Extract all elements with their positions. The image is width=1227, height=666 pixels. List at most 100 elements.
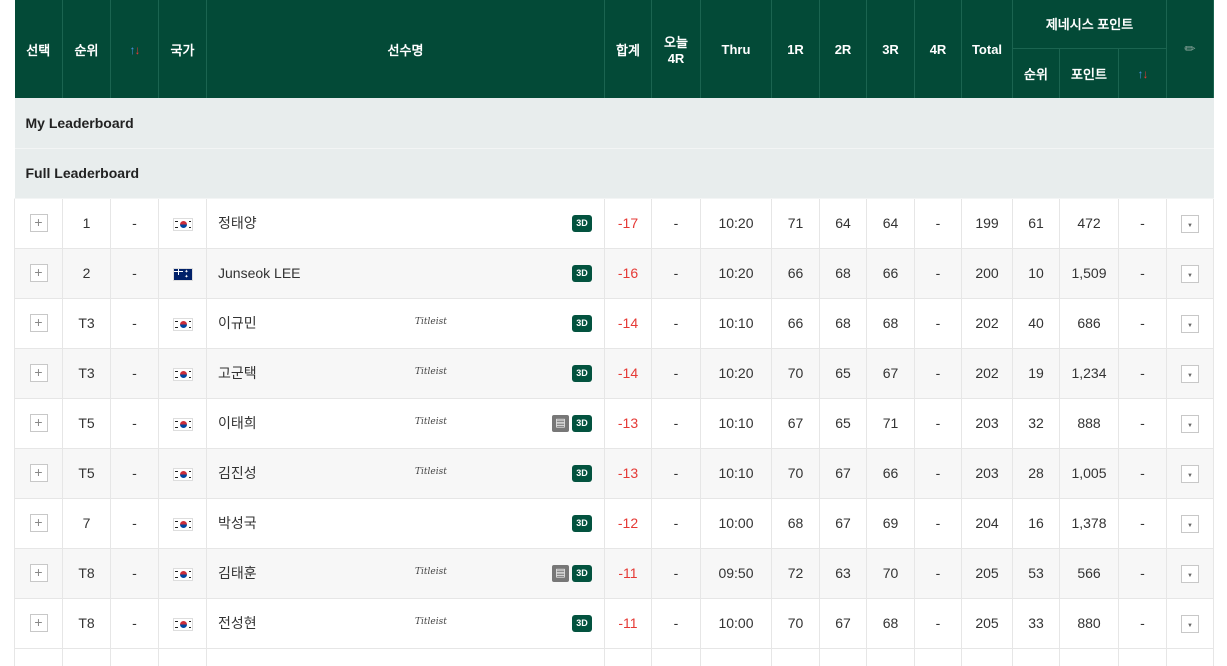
cell-empty (914, 647, 962, 666)
cell-today: - (651, 598, 701, 649)
col-total-score[interactable]: 합계 (604, 0, 652, 98)
cell-gp-rank: 19 (1012, 348, 1060, 399)
cell-score: -14 (604, 298, 652, 349)
player-name[interactable]: 박성국 (218, 515, 257, 531)
section-title: Full Leaderboard (14, 148, 1214, 199)
expand-plus-icon[interactable]: + (29, 414, 48, 432)
cell-gp-move: - (1118, 548, 1168, 599)
table-row[interactable]: + T3- 고군택 Titleist 3D -14-10:20 70 65 67-202 19 1,… (14, 348, 1215, 399)
expand-plus-icon[interactable]: + (29, 214, 48, 232)
cell-r4: - (914, 198, 962, 249)
player-name[interactable]: 이규민 (218, 315, 257, 331)
badge-3d-icon[interactable]: 3D (572, 464, 592, 482)
section-my-leaderboard: My Leaderboard (14, 98, 1214, 149)
cell-gp-rank: 10 (1012, 248, 1060, 299)
chevron-down-icon[interactable]: ▼ (1181, 464, 1200, 483)
expand-plus-icon[interactable]: + (29, 364, 48, 382)
cell-empty (62, 647, 111, 666)
table-row[interactable]: +2-Junseok LEE3D-16-10:20666866-200101,5… (14, 248, 1215, 299)
sort-arrows-icon[interactable]: ↑↓ (130, 43, 141, 57)
cell-country (158, 448, 207, 499)
cell-empty (866, 647, 915, 666)
cell-player: 정태양 3D (206, 198, 605, 249)
cell-r4: - (914, 448, 962, 499)
chevron-down-icon[interactable]: ▼ (1181, 614, 1200, 633)
expand-plus-icon[interactable]: + (29, 614, 48, 632)
expand-plus-icon[interactable]: + (29, 514, 48, 532)
cell-empty (1059, 647, 1119, 666)
titleist-logo: Titleist (415, 366, 447, 377)
chevron-down-icon[interactable]: ▼ (1181, 264, 1200, 283)
expand-plus-icon[interactable]: + (29, 564, 48, 582)
cell-rank: T8 (62, 548, 111, 599)
cell-r4: - (914, 598, 962, 649)
cell-total: 200 (961, 248, 1013, 299)
badge-3d-icon[interactable]: 3D (572, 614, 592, 632)
table-row[interactable]: + T8- 김태훈 Titleist ▤ 3D -11-09:50 72 63 70-205 53 5… (14, 548, 1215, 599)
col-select: 선택 (14, 0, 63, 98)
cell-gp-points: 566 (1059, 548, 1119, 599)
chevron-down-icon[interactable]: ▼ (1181, 414, 1200, 433)
cell-gp-points: 686 (1059, 298, 1119, 349)
flag-icon (172, 517, 193, 531)
badge-3d-icon[interactable]: 3D (572, 414, 592, 432)
pin-icon[interactable]: ✎ (1181, 39, 1200, 58)
cell-r1: 70 (771, 348, 820, 399)
badge-3d-icon[interactable]: 3D (572, 264, 592, 282)
expand-plus-icon[interactable]: + (29, 464, 48, 482)
document-icon[interactable]: ▤ (552, 564, 569, 582)
cell-move: - (110, 598, 159, 649)
cell-r2: 63 (819, 548, 867, 599)
cell-score: -12 (604, 498, 652, 549)
chevron-down-icon[interactable]: ▼ (1181, 514, 1200, 533)
sort-arrows-icon[interactable]: ↑↓ (1138, 67, 1149, 81)
player-name[interactable]: Junseok LEE (218, 265, 301, 281)
cell-empty (1118, 647, 1168, 666)
player-name[interactable]: 김태훈 (218, 565, 257, 581)
cell-dropdown: ▼ (1166, 398, 1215, 449)
chevron-down-icon[interactable]: ▼ (1181, 364, 1200, 383)
table-row[interactable]: + T5- 이태희 Titleist ▤ 3D -13-10:10 67 65 71-203 32 8… (14, 398, 1215, 449)
player-name[interactable]: 전성현 (218, 615, 257, 631)
titleist-logo: Titleist (415, 316, 447, 327)
chevron-down-icon[interactable]: ▼ (1181, 214, 1200, 233)
cell-empty (771, 647, 820, 666)
player-name[interactable]: 이태희 (218, 415, 257, 431)
col-move-sort[interactable]: ↑↓ (110, 0, 159, 98)
cell-r3: 67 (866, 348, 915, 399)
expand-plus-icon[interactable]: + (29, 314, 48, 332)
cell-r4: - (914, 398, 962, 449)
table-row[interactable]: + T5- 김진성 Titleist 3D -13-10:10 70 67 66-203 28 1,… (14, 448, 1215, 499)
cell-total: 204 (961, 498, 1013, 549)
expand-plus-icon[interactable]: + (29, 264, 48, 282)
cell-gp-points: 1,005 (1059, 448, 1119, 499)
badge-3d-icon[interactable]: 3D (572, 314, 592, 332)
cell-gp-move: - (1118, 498, 1168, 549)
chevron-down-icon[interactable]: ▼ (1181, 314, 1200, 333)
badge-3d-icon[interactable]: 3D (572, 564, 592, 582)
badge-3d-icon[interactable]: 3D (572, 514, 592, 532)
cell-today: - (651, 548, 701, 599)
col-rank[interactable]: 순위 (62, 0, 111, 98)
cell-r1: 67 (771, 398, 820, 449)
badge-3d-icon[interactable]: 3D (572, 364, 592, 382)
col-today: 오늘 4R (651, 0, 701, 98)
table-row[interactable]: + T8- 전성현 Titleist 3D -11-10:00 70 67 68-205 33 88… (14, 598, 1215, 649)
col-genesis-sort[interactable]: ↑↓ (1118, 48, 1168, 98)
player-name[interactable]: 김진성 (218, 465, 257, 481)
cell-today: - (651, 298, 701, 349)
cell-rank: T3 (62, 298, 111, 349)
player-name[interactable]: 정태양 (218, 215, 257, 231)
table-row[interactable]: +7- 박성국 3D -12-10:00 68 67 69-204 16 1,378- ▼ (14, 498, 1215, 549)
col-pin[interactable]: ✎ (1166, 0, 1215, 98)
player-name[interactable]: 고군택 (218, 365, 257, 381)
table-row[interactable]: + T3- 이규민 Titleist 3D -14-10:10 66 68 68-202 40 68… (14, 298, 1215, 349)
col-r4: 4R (914, 0, 962, 98)
table-row[interactable]: +1- 정태양 3D -17-10:20 71 64 64-199 61 472- ▼ (14, 198, 1215, 249)
badge-3d-icon[interactable]: 3D (572, 214, 592, 232)
cell-select: + (14, 298, 63, 349)
chevron-down-icon[interactable]: ▼ (1181, 564, 1200, 583)
cell-gp-points: 472 (1059, 198, 1119, 249)
cell-total: 202 (961, 348, 1013, 399)
document-icon[interactable]: ▤ (552, 414, 569, 432)
